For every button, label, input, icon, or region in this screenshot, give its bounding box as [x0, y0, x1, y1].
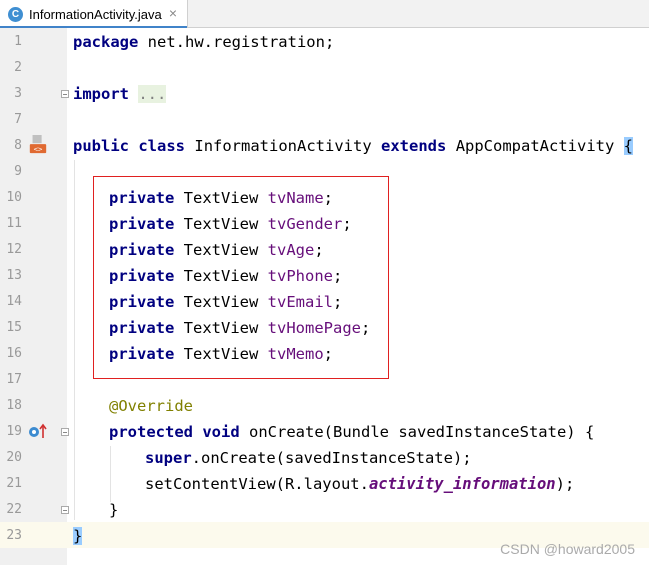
line-number: 3 [14, 86, 22, 101]
line-number: 2 [14, 60, 22, 75]
line-number: 16 [6, 346, 22, 361]
code-line-22: 22 } [0, 497, 649, 523]
line-number: 11 [6, 216, 22, 231]
line-number: 13 [6, 268, 22, 283]
keyword: super [145, 449, 192, 467]
fold-expand-icon[interactable] [61, 90, 69, 98]
line-number: 21 [6, 476, 22, 491]
keyword: class [138, 137, 186, 155]
code-line-1: 1 package net.hw.registration; [0, 29, 649, 55]
code-text: import ... [73, 81, 167, 107]
class-name: InformationActivity [194, 137, 372, 155]
line-number: 15 [6, 320, 22, 335]
matched-brace: } [73, 527, 83, 545]
layout-resource-name: activity_information [368, 475, 556, 493]
java-class-icon: C [8, 6, 23, 22]
code-line-21: 21 setContentView(R.layout.activity_info… [0, 471, 649, 497]
code-line-3: 3 import ... [0, 81, 649, 107]
editor-tab-bar: C InformationActivity.java × [0, 0, 649, 29]
keyword: void [202, 423, 240, 441]
override-method-icon[interactable] [28, 423, 48, 439]
fold-end-icon[interactable] [61, 506, 69, 514]
tab-filename: InformationActivity.java [29, 6, 162, 22]
code-line-19: 19 protected void onCreate(Bundle savedI… [0, 419, 649, 445]
code-line-18: 18 @Override [0, 393, 649, 419]
line-number: 7 [14, 112, 22, 127]
line-number: 22 [6, 502, 22, 517]
code-line-20: 20 super.onCreate(savedInstanceState); [0, 445, 649, 471]
line-number: 18 [6, 398, 22, 413]
line-number: 14 [6, 294, 22, 309]
svg-text:<>: <> [34, 144, 43, 153]
highlight-box [93, 176, 389, 379]
set-content-view-call: setContentView(R.layout. [145, 475, 369, 493]
folded-imports[interactable]: ... [138, 85, 167, 103]
keyword: import [73, 85, 129, 103]
code-text: protected void onCreate(Bundle savedInst… [109, 419, 594, 445]
layout-xml-icon[interactable]: <> [28, 135, 48, 155]
line-number: 17 [6, 372, 22, 387]
line-number: 20 [6, 450, 22, 465]
line-number: 9 [14, 164, 22, 179]
code-text: super.onCreate(savedInstanceState); [145, 445, 472, 471]
keyword: extends [381, 137, 447, 155]
line-number: 19 [6, 424, 22, 439]
code-text: @Override [109, 393, 193, 419]
code-line-2: 2 [0, 55, 649, 81]
line-number: 10 [6, 190, 22, 205]
line-number: 8 [14, 138, 22, 153]
annotation: @Override [109, 397, 193, 415]
code-text: package net.hw.registration; [73, 29, 334, 55]
super-class-name: AppCompatActivity [455, 137, 615, 155]
fold-collapse-icon[interactable] [61, 428, 69, 436]
code-text: public class InformationActivity extends… [73, 133, 634, 159]
code-text: } [73, 523, 83, 549]
call-end: ); [555, 475, 575, 493]
keyword: public [73, 137, 129, 155]
line-number: 23 [6, 528, 22, 543]
keyword: protected [109, 423, 193, 441]
code-line-7: 7 [0, 107, 649, 133]
code-text: } [109, 497, 118, 523]
close-icon[interactable]: × [169, 5, 177, 21]
super-call: .onCreate(savedInstanceState); [191, 449, 472, 467]
keyword: package [73, 33, 139, 51]
code-text: setContentView(R.layout.activity_informa… [145, 471, 574, 497]
close-brace: } [109, 501, 119, 519]
matched-brace: { [623, 137, 634, 155]
code-line-8: 8 <> public class InformationActivity ex… [0, 133, 649, 159]
watermark: CSDN @howard2005 [500, 541, 635, 557]
method-signature: onCreate(Bundle savedInstanceState) { [249, 423, 595, 441]
tab-information-activity[interactable]: C InformationActivity.java × [0, 0, 188, 29]
package-name: net.hw.registration; [138, 33, 335, 51]
line-number: 1 [14, 34, 22, 49]
line-number: 12 [6, 242, 22, 257]
